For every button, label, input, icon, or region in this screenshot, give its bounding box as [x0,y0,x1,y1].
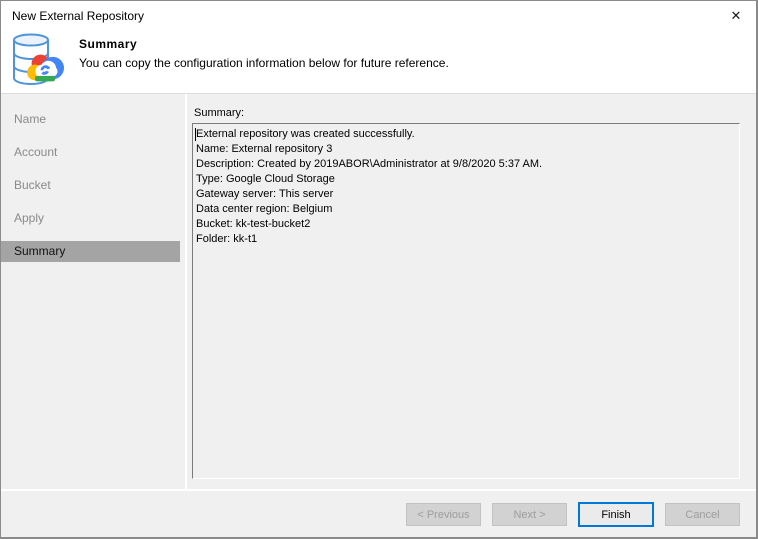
previous-button: < Previous [406,503,481,526]
header-text: Summary You can copy the configuration i… [79,31,449,93]
window-title: New External Repository [12,9,145,23]
page-title: Summary [79,37,138,51]
database-google-cloud-icon [9,31,75,93]
wizard-header: Summary You can copy the configuration i… [1,31,756,94]
sidebar-item-name[interactable]: Name [1,109,180,130]
text-caret [195,128,196,141]
summary-line: Type: Google Cloud Storage [196,173,335,185]
button-bar: < Previous Next > Finish Cancel [1,489,756,537]
summary-line: Gateway server: This server [196,188,334,200]
page-subtitle: You can copy the configuration informati… [79,56,449,70]
summary-label: Summary: [194,107,245,119]
sidebar-item-bucket[interactable]: Bucket [1,175,180,196]
summary-pane: Summary: External repository was created… [187,94,756,489]
summary-line: Name: External repository 3 [196,143,333,155]
sidebar-item-apply[interactable]: Apply [1,208,180,229]
cancel-button: Cancel [665,503,740,526]
new-external-repository-dialog: New External Repository ✕ Summary You ca… [0,0,758,539]
title-bar: New External Repository ✕ [1,1,756,31]
summary-line: Bucket: kk-test-bucket2 [196,218,311,230]
close-icon[interactable]: ✕ [726,6,746,26]
wizard-steps-sidebar: Name Account Bucket Apply Summary [1,94,187,489]
sidebar-item-account[interactable]: Account [1,142,180,163]
summary-line: Folder: kk-t1 [196,233,258,245]
next-button: Next > [492,503,567,526]
sidebar-item-summary[interactable]: Summary [1,241,180,262]
wizard-body: Name Account Bucket Apply Summary Summar… [1,94,756,489]
summary-line: Data center region: Belgium [196,203,333,215]
finish-button[interactable]: Finish [578,502,654,527]
summary-line: External repository was created successf… [196,128,415,140]
summary-line: Description: Created by 2019ABOR\Adminis… [196,158,543,170]
summary-textbox[interactable]: External repository was created successf… [192,123,740,479]
